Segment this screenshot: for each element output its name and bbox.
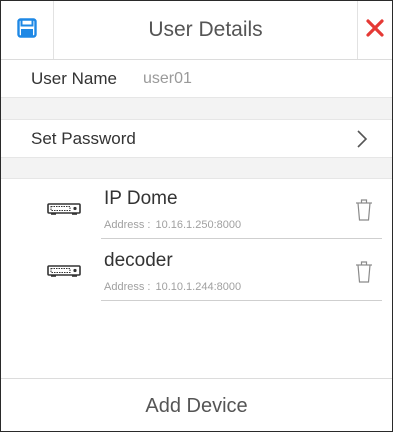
device-address: Address : 10.10.1.244:8000 bbox=[104, 281, 241, 293]
user-name-row: User Name user01 bbox=[1, 60, 392, 97]
page-title: User Details bbox=[148, 18, 263, 41]
add-device-button[interactable]: Add Device bbox=[1, 378, 392, 431]
user-details-window: User Details User Name user01 Set Passwo… bbox=[0, 0, 393, 432]
device-icon bbox=[47, 202, 81, 221]
save-icon[interactable] bbox=[17, 17, 37, 43]
device-list-item[interactable]: decoder Address : 10.10.1.244:8000 bbox=[1, 244, 392, 304]
close-button[interactable] bbox=[357, 1, 392, 59]
divider bbox=[101, 300, 382, 301]
title-bar: User Details bbox=[1, 1, 392, 60]
device-icon bbox=[47, 264, 81, 283]
device-address: Address : 10.16.1.250:8000 bbox=[104, 219, 241, 231]
device-list-item[interactable]: IP Dome Address : 10.16.1.250:8000 bbox=[1, 182, 392, 242]
save-button[interactable] bbox=[1, 1, 54, 59]
trash-icon[interactable] bbox=[355, 198, 373, 227]
user-name-label: User Name bbox=[31, 68, 117, 88]
section-divider bbox=[1, 97, 392, 120]
device-name: IP Dome bbox=[104, 188, 178, 209]
add-device-label: Add Device bbox=[145, 395, 248, 417]
user-name-value: user01 bbox=[142, 69, 192, 87]
close-icon[interactable] bbox=[366, 18, 384, 42]
chevron-right-icon bbox=[356, 129, 368, 154]
device-address-label: Address : bbox=[104, 281, 151, 293]
section-divider bbox=[1, 157, 392, 179]
set-password-row[interactable]: Set Password bbox=[1, 120, 392, 157]
device-name: decoder bbox=[104, 250, 173, 271]
divider bbox=[101, 238, 382, 239]
device-address-label: Address : bbox=[104, 219, 151, 231]
device-address-value: 10.10.1.244:8000 bbox=[155, 281, 242, 293]
trash-icon[interactable] bbox=[355, 260, 373, 289]
set-password-label: Set Password bbox=[31, 128, 136, 148]
device-address-value: 10.16.1.250:8000 bbox=[155, 219, 242, 231]
